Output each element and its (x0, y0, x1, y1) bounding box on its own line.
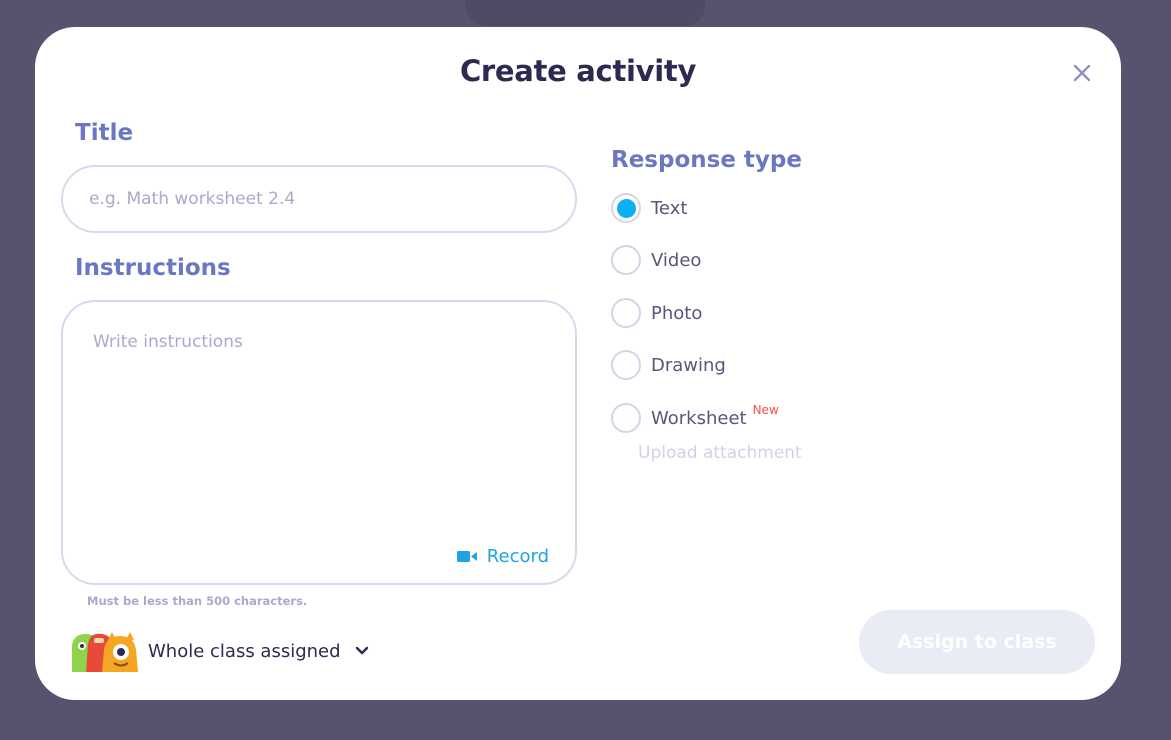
record-button[interactable]: Record (456, 546, 549, 567)
instructions-label: Instructions (75, 255, 231, 281)
response-option-worksheet[interactable]: Worksheet New (611, 403, 779, 433)
radio-button[interactable] (611, 245, 641, 275)
chevron-down-icon (355, 646, 368, 655)
radio-button[interactable] (611, 298, 641, 328)
response-option-label: Photo (651, 302, 703, 324)
modal-title: Create activity (459, 54, 697, 88)
class-assignment-dropdown[interactable]: Whole class assigned (68, 630, 369, 672)
close-button[interactable] (1069, 60, 1095, 86)
instructions-box: Record (61, 300, 577, 585)
assign-to-class-button[interactable]: Assign to class (859, 610, 1095, 674)
response-option-label: Drawing (651, 354, 726, 376)
new-badge: New (752, 403, 779, 417)
response-option-drawing[interactable]: Drawing (611, 350, 726, 380)
radio-button[interactable] (611, 350, 641, 380)
close-icon (1073, 64, 1091, 82)
create-activity-modal: Create activity Title Instructions Recor… (35, 27, 1121, 700)
upload-attachment-link[interactable]: Upload attachment (638, 443, 802, 463)
record-label: Record (486, 546, 549, 567)
response-option-text[interactable]: Text (611, 193, 687, 223)
response-option-video[interactable]: Video (611, 245, 701, 275)
response-option-label: Worksheet (651, 407, 747, 429)
class-avatars (68, 630, 142, 672)
assign-to-label: Whole class assigned (148, 640, 341, 662)
video-camera-icon (456, 551, 477, 562)
monster-avatar-icon (72, 632, 138, 672)
response-option-label: Video (651, 249, 702, 271)
background-page-peek (465, 0, 705, 26)
response-option-photo[interactable]: Photo (611, 298, 702, 328)
title-label: Title (75, 120, 134, 146)
instructions-textarea[interactable] (91, 330, 545, 514)
response-type-label: Response type (611, 147, 802, 173)
response-option-label: Text (651, 197, 688, 219)
radio-dot (616, 198, 636, 218)
radio-button-checked[interactable] (611, 193, 641, 223)
radio-button[interactable] (611, 403, 641, 433)
title-input[interactable] (61, 165, 577, 233)
character-limit-hint: Must be less than 500 characters. (87, 594, 308, 608)
